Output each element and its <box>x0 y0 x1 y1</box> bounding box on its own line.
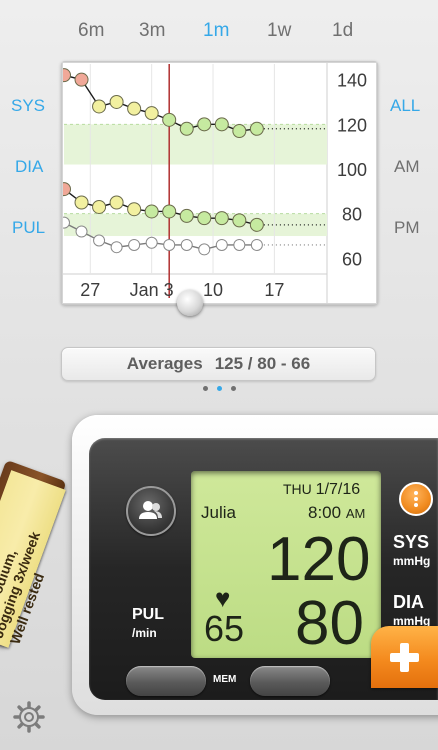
sys-label: SYS <box>393 532 430 552</box>
dia-label: DIA <box>393 592 424 612</box>
series-label-dia[interactable]: DIA <box>15 157 43 177</box>
point-pul-5 <box>145 236 158 249</box>
normal-band-0 <box>64 124 327 165</box>
point-pul-4 <box>128 238 141 251</box>
point-sys-8 <box>197 117 212 132</box>
lcd-dia-value: 80 <box>295 589 364 658</box>
point-pul-2 <box>93 234 106 247</box>
point-dia-9 <box>214 211 229 226</box>
series-label-sys[interactable]: SYS <box>11 96 45 116</box>
note-card[interactable]: Low Sodium, Jogging 3x/week Well rested <box>0 459 67 648</box>
point-dia-2 <box>92 199 107 214</box>
point-pul-9 <box>215 238 228 251</box>
y-tick-60: 60 <box>342 249 362 269</box>
range-tab-3m[interactable]: 3m <box>139 20 165 42</box>
point-dia-0 <box>62 182 71 197</box>
lcd-display: THU 1/7/16 Julia 8:00 AM 120 80 ♥ 65 <box>191 471 381 658</box>
range-tab-1d[interactable]: 1d <box>332 20 353 42</box>
point-dia-4 <box>127 202 142 217</box>
point-sys-7 <box>179 121 194 136</box>
x-tick-2: 10 <box>203 280 223 300</box>
point-pul-7 <box>180 238 193 251</box>
chart-svg: 140 120 100 80 60 27 Jan 3 10 17 <box>62 62 377 304</box>
point-sys-5 <box>144 106 159 121</box>
point-dia-5 <box>144 204 159 219</box>
page-dot-2[interactable] <box>217 386 222 391</box>
point-sys-11 <box>249 121 264 136</box>
point-pul-1 <box>75 225 88 238</box>
point-pul-0 <box>62 216 70 229</box>
point-dia-3 <box>109 195 124 210</box>
point-pul-8 <box>198 243 211 256</box>
plus-icon <box>390 643 419 672</box>
lcd-ampm: AM <box>345 506 366 521</box>
point-dia-1 <box>74 195 89 210</box>
dots-icon <box>414 491 418 507</box>
point-sys-0 <box>62 68 71 83</box>
filter-pm[interactable]: PM <box>394 218 420 238</box>
filter-all[interactable]: ALL <box>390 96 420 116</box>
x-tick-1: Jan 3 <box>130 280 174 300</box>
range-tab-6m[interactable]: 6m <box>78 20 104 42</box>
point-sys-10 <box>232 124 247 139</box>
lcd-sys-value: 120 <box>267 525 371 594</box>
x-tick-0: 27 <box>80 280 100 300</box>
point-dia-7 <box>179 208 194 223</box>
point-sys-6 <box>162 112 177 127</box>
y-tick-140: 140 <box>337 71 367 91</box>
point-pul-11 <box>250 238 263 251</box>
x-tick-3: 17 <box>264 280 284 300</box>
y-tick-120: 120 <box>337 115 367 135</box>
y-tick-80: 80 <box>342 205 362 225</box>
users-icon <box>139 501 162 519</box>
y-tick-100: 100 <box>337 160 367 180</box>
lcd-time: 8:00 <box>308 503 342 522</box>
mem-next-button[interactable] <box>250 666 330 696</box>
point-pul-10 <box>233 238 246 251</box>
averages-bar: Averages 125 / 80 - 66 <box>61 347 376 381</box>
mem-label: MEM <box>213 674 237 685</box>
range-tab-1m[interactable]: 1m <box>203 20 229 42</box>
point-sys-1 <box>74 72 89 87</box>
settings-gear-icon[interactable] <box>12 700 46 734</box>
point-sys-2 <box>92 99 107 114</box>
point-dia-8 <box>197 211 212 226</box>
averages-label: Averages <box>126 354 203 373</box>
point-pul-6 <box>163 238 176 251</box>
point-dia-10 <box>232 213 247 228</box>
pul-label: PUL <box>132 606 164 623</box>
point-sys-4 <box>127 101 142 116</box>
point-sys-3 <box>109 94 124 109</box>
profile-button[interactable] <box>126 486 176 536</box>
page-dot-3[interactable] <box>231 386 236 391</box>
add-reading-button[interactable] <box>371 626 438 688</box>
pul-unit: /min <box>132 626 157 640</box>
point-sys-9 <box>214 117 229 132</box>
lcd-pulse-value: 65 <box>204 608 245 649</box>
bp-trend-chart[interactable]: 140 120 100 80 60 27 Jan 3 10 17 <box>61 61 378 305</box>
sys-unit: mmHg <box>393 554 431 568</box>
point-dia-11 <box>249 217 264 232</box>
mem-prev-button[interactable] <box>126 666 206 696</box>
averages-value: 125 / 80 - 66 <box>214 354 311 373</box>
point-dia-6 <box>162 204 177 219</box>
range-tab-1w[interactable]: 1w <box>267 20 291 42</box>
lcd-date: 1/7/16 <box>315 481 361 498</box>
filter-am[interactable]: AM <box>394 157 420 177</box>
series-label-pul[interactable]: PUL <box>12 218 45 238</box>
chart-scrubber-handle[interactable] <box>177 290 203 316</box>
lcd-user: Julia <box>201 503 236 522</box>
lcd-day: THU <box>283 481 312 497</box>
page-dot-1[interactable] <box>203 386 208 391</box>
point-pul-3 <box>110 241 123 254</box>
menu-button[interactable] <box>399 482 433 516</box>
